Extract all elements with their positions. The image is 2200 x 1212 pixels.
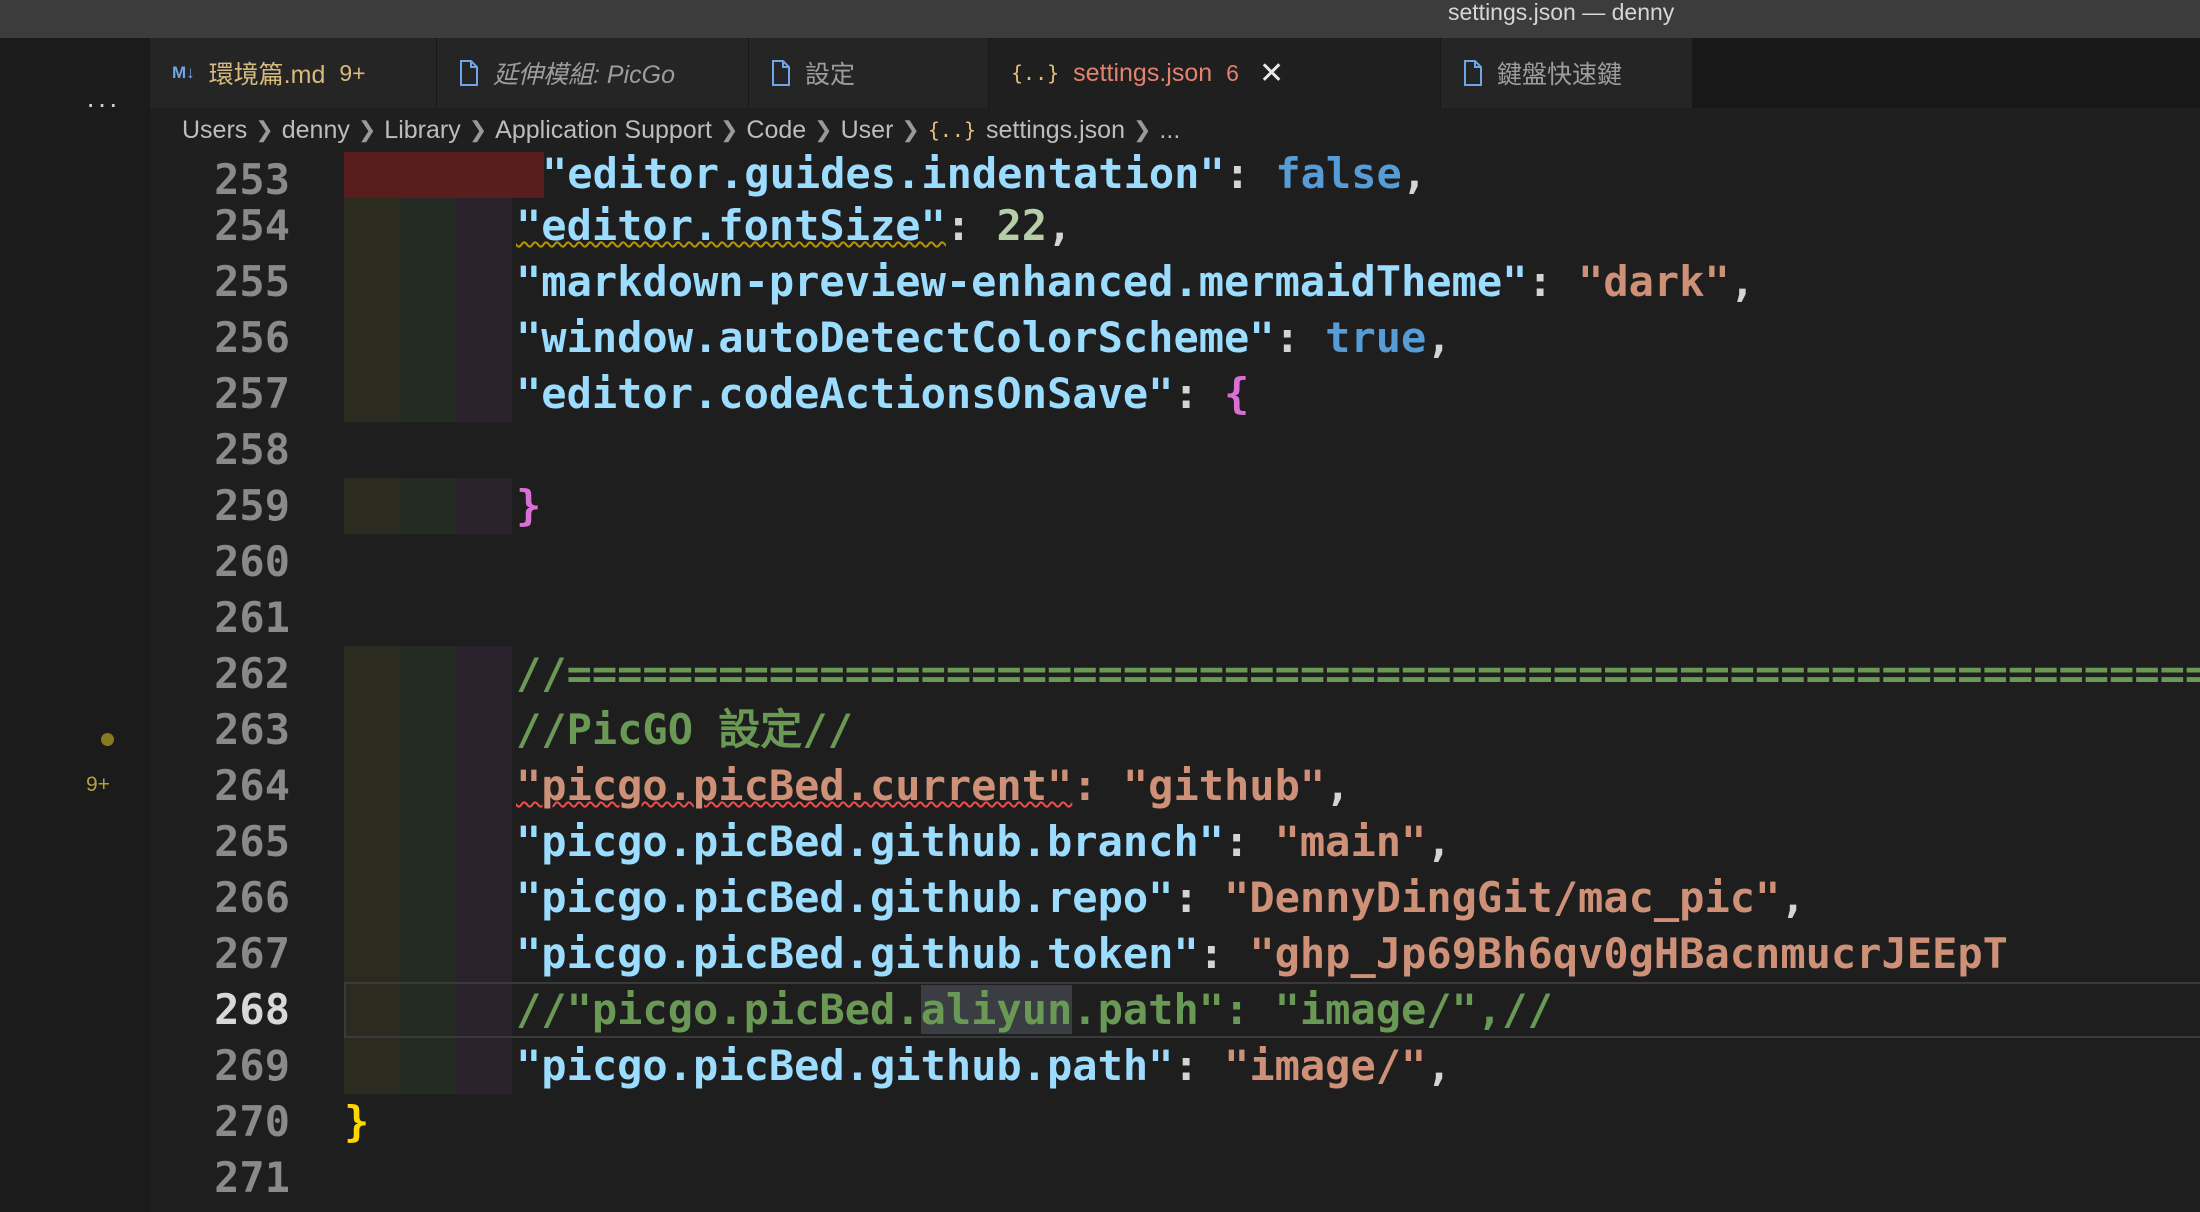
- scm-indicator-dot: [101, 733, 114, 746]
- tab-label: 延伸模組: PicGo: [493, 61, 675, 89]
- more-actions-icon[interactable]: ···: [86, 90, 120, 118]
- tab-keyboard-shortcuts[interactable]: 鍵盤快速鍵: [1441, 38, 1693, 108]
- code-line: 264 "picgo.picBed.current": "github",: [150, 758, 2200, 814]
- code-line: 262 //==================================…: [150, 646, 2200, 702]
- problem-badge: 6: [1226, 59, 1239, 86]
- code-text: //======================================…: [516, 649, 2200, 698]
- tab-label: settings.json: [1073, 58, 1213, 87]
- chevron-right-icon: ❯: [901, 117, 920, 142]
- line-number: 257: [214, 369, 290, 418]
- line-number: 265: [214, 817, 290, 866]
- code-line-current: 268 //"picgo.picBed.aliyun.path": "image…: [150, 982, 2200, 1038]
- breadcrumb: Users ❯ denny ❯ Library ❯ Application Su…: [150, 108, 2200, 152]
- code-line: 269 "picgo.picBed.github.path": "image/"…: [150, 1038, 2200, 1094]
- markdown-icon: M↓: [172, 63, 195, 82]
- breadcrumb-item[interactable]: denny: [282, 116, 350, 145]
- breadcrumb-item[interactable]: Code: [746, 116, 806, 145]
- chevron-right-icon: ❯: [1132, 117, 1152, 142]
- code-line: 259 }: [150, 478, 2200, 534]
- code-text: "picgo.picBed.github.repo": "DennyDingGi…: [516, 873, 1806, 922]
- line-number: 264: [214, 761, 290, 810]
- code-line: 257 "editor.codeActionsOnSave": {: [150, 366, 2200, 422]
- code-line: 258: [150, 422, 2200, 478]
- window-title: settings.json — denny: [1448, 0, 1675, 25]
- code-line: 263 //PicGO 設定//: [150, 702, 2200, 758]
- code-text: "editor.fontSize": 22,: [516, 201, 1073, 250]
- line-number: 254: [214, 201, 290, 250]
- line-number: 269: [214, 1041, 290, 1090]
- code-text: //"picgo.picBed.aliyun.path": "image/",/…: [516, 985, 1553, 1034]
- line-number: 271: [214, 1153, 290, 1202]
- line-number: 258: [214, 425, 290, 474]
- chevron-right-icon: ❯: [814, 117, 833, 142]
- code-text: //PicGO 設定//: [516, 705, 853, 754]
- tab-settings-json[interactable]: {..} settings.json 6 ✕: [989, 38, 1441, 108]
- title-bar: settings.json — denny: [0, 0, 2200, 38]
- tab-label: 環境篇.md: [208, 61, 326, 89]
- line-number: 255: [214, 257, 290, 306]
- breadcrumb-item[interactable]: settings.json: [986, 116, 1125, 145]
- tab-env-md[interactable]: M↓ 環境篇.md 9+: [150, 38, 437, 108]
- line-number: 261: [214, 593, 290, 642]
- breadcrumb-item[interactable]: Library: [384, 116, 460, 145]
- code-text: "editor.codeActionsOnSave": {: [516, 369, 1250, 418]
- code-text: "window.autoDetectColorScheme": true,: [516, 313, 1452, 362]
- code-text: "picgo.picBed.current": "github",: [516, 761, 1351, 810]
- tab-settings[interactable]: 設定: [749, 38, 989, 108]
- code-editor[interactable]: 253 "editor.guides.indentation": false, …: [150, 152, 2200, 1212]
- code-text: "picgo.picBed.github.branch": "main",: [516, 817, 1452, 866]
- code-line: 255 "markdown-preview-enhanced.mermaidTh…: [150, 254, 2200, 310]
- line-number: 260: [214, 537, 290, 586]
- json-icon: {..}: [1011, 61, 1060, 85]
- chevron-right-icon: ❯: [357, 117, 377, 142]
- breadcrumb-item[interactable]: ...: [1159, 116, 1180, 145]
- close-icon[interactable]: ✕: [1259, 56, 1284, 91]
- code-line: 261: [150, 590, 2200, 646]
- file-icon: [771, 60, 791, 86]
- chevron-right-icon: ❯: [468, 117, 488, 142]
- tab-extension-picgo[interactable]: 延伸模組: PicGo: [437, 38, 749, 108]
- indent-error-highlight: [344, 152, 544, 198]
- code-text: }: [516, 481, 542, 530]
- tab-label: 設定: [805, 61, 856, 89]
- line-number: 259: [214, 481, 290, 530]
- code-line: 265 "picgo.picBed.github.branch": "main"…: [150, 814, 2200, 870]
- file-icon: [459, 60, 479, 86]
- code-line: 267 "picgo.picBed.github.token": "ghp_Jp…: [150, 926, 2200, 982]
- line-number: 256: [214, 313, 290, 362]
- code-text: "picgo.picBed.github.path": "image/",: [516, 1041, 1452, 1090]
- chevron-right-icon: ❯: [719, 117, 739, 142]
- problem-badge: 9+: [339, 59, 366, 86]
- left-gutter: ··· 9+: [0, 38, 150, 1212]
- code-line: 260: [150, 534, 2200, 590]
- code-text: "markdown-preview-enhanced.mermaidTheme"…: [516, 257, 1756, 306]
- breadcrumb-item[interactable]: Users: [182, 116, 247, 145]
- line-number: 267: [214, 929, 290, 978]
- json-icon: {..}: [927, 118, 977, 142]
- breadcrumb-item[interactable]: Application Support: [495, 116, 712, 145]
- code-line: 270 }: [150, 1094, 2200, 1150]
- line-number: 263: [214, 705, 290, 754]
- file-icon: [1463, 60, 1483, 86]
- code-text: "editor.guides.indentation": false,: [542, 152, 1428, 198]
- chevron-right-icon: ❯: [255, 117, 274, 142]
- scm-badge: 9+: [86, 773, 110, 796]
- tab-bar: M↓ 環境篇.md 9+ 延伸模組: PicGo 設定 {..} setting…: [150, 38, 2200, 108]
- line-number: 262: [214, 649, 290, 698]
- line-number: 270: [214, 1097, 290, 1146]
- code-line: 254 "editor.fontSize": 22,: [150, 198, 2200, 254]
- breadcrumb-item[interactable]: User: [841, 116, 894, 145]
- code-text: }: [344, 1097, 370, 1146]
- line-number: 266: [214, 873, 290, 922]
- code-line: 271: [150, 1150, 2200, 1206]
- tab-label: 鍵盤快速鍵: [1497, 61, 1623, 89]
- code-text: "picgo.picBed.github.token": "ghp_Jp69Bh…: [516, 929, 2008, 978]
- code-line: 266 "picgo.picBed.github.repo": "DennyDi…: [150, 870, 2200, 926]
- code-line: 256 "window.autoDetectColorScheme": true…: [150, 310, 2200, 366]
- line-number: 268: [214, 985, 290, 1034]
